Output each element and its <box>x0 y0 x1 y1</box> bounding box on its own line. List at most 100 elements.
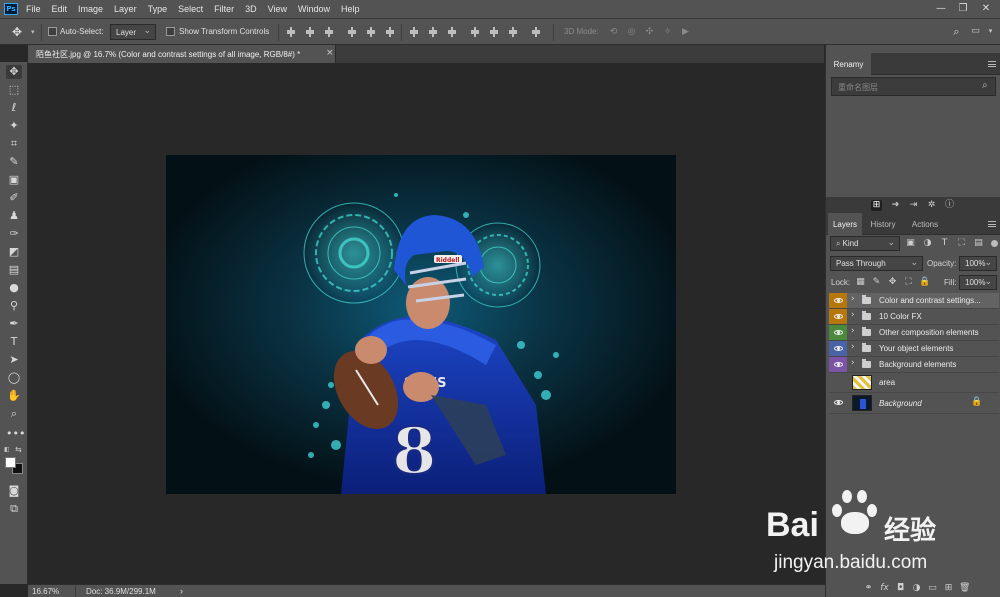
layer-row[interactable]: › Your object elements <box>829 341 999 357</box>
more-tools-icon[interactable]: ••• <box>6 427 25 441</box>
swap-colors-icon[interactable]: ⇆ <box>15 445 22 454</box>
align-hcenter-icon[interactable] <box>366 27 376 37</box>
link-icon[interactable]: ⚭ <box>863 583 874 594</box>
zoom-tool-icon[interactable]: ⌕ <box>6 407 22 421</box>
align-top-icon[interactable] <box>286 27 296 37</box>
workspace-icon[interactable]: ▭ <box>970 26 981 37</box>
menu-window[interactable]: Window <box>298 4 330 14</box>
lock-artboard-icon[interactable]: ⛶ <box>903 277 914 288</box>
move-tool-icon[interactable]: ✥ <box>6 65 22 79</box>
history-brush-tool-icon[interactable]: ✑ <box>6 227 22 241</box>
menu-filter[interactable]: Filter <box>214 4 234 14</box>
default-colors-icon[interactable]: ◧ <box>4 446 12 453</box>
menu-layer[interactable]: Layer <box>114 4 137 14</box>
status-menu-arrow[interactable]: › <box>180 586 183 596</box>
canvas-area[interactable]: SKIES 8 Riddell <box>29 63 825 584</box>
lock-all-icon[interactable]: 🔒 <box>919 277 930 288</box>
visibility-toggle[interactable] <box>829 309 847 324</box>
show-transform-checkbox[interactable] <box>166 27 175 36</box>
fx-icon[interactable]: fx <box>879 583 890 594</box>
align-right-icon[interactable] <box>385 27 395 37</box>
layer-row[interactable]: › Other composition elements <box>829 325 999 341</box>
menu-help[interactable]: Help <box>341 4 360 14</box>
trash-icon[interactable]: 🗑 <box>959 583 970 594</box>
layer-row[interactable]: › 10 Color FX <box>829 309 999 325</box>
menu-type[interactable]: Type <box>148 4 168 14</box>
export-icon[interactable]: ⇥ <box>908 200 919 211</box>
info-icon[interactable]: ⓘ <box>944 200 955 211</box>
3d-orbit-icon[interactable]: ⟲ <box>608 27 619 38</box>
lock-transparent-icon[interactable]: ▦ <box>855 277 866 288</box>
crop-tool-icon[interactable]: ⌗ <box>6 137 22 151</box>
renamy-search-icon[interactable]: ⌕ <box>982 80 988 91</box>
brush-tool-icon[interactable]: ✐ <box>6 191 22 205</box>
adjustment-icon[interactable]: ◑ <box>911 583 922 594</box>
path-selection-tool-icon[interactable]: ➤ <box>6 353 22 367</box>
expand-chevron-icon[interactable]: › <box>851 294 855 304</box>
settings-icon[interactable]: ✲ <box>926 200 937 211</box>
3d-roll-icon[interactable]: ◎ <box>626 27 637 38</box>
menu-file[interactable]: File <box>26 4 41 14</box>
renamy-icon[interactable]: ⊞ <box>871 200 882 211</box>
visibility-toggle[interactable] <box>829 325 847 340</box>
zoom-level[interactable]: 16.67% <box>32 587 59 596</box>
visibility-toggle[interactable] <box>829 341 847 356</box>
eraser-tool-icon[interactable]: ◩ <box>6 245 22 259</box>
3d-scale-icon[interactable]: ▶ <box>680 27 691 38</box>
filter-pixel-icon[interactable]: ▣ <box>905 238 916 249</box>
blend-mode-dropdown[interactable]: Pass Through <box>830 256 923 271</box>
gradient-tool-icon[interactable]: ▤ <box>6 263 22 277</box>
blur-tool-icon[interactable]: ● <box>6 281 22 295</box>
distribute-top-icon[interactable] <box>409 27 419 37</box>
layer-filter-dropdown[interactable]: ⌕ Kind <box>830 236 900 251</box>
layers-panel-menu-icon[interactable] <box>988 221 996 227</box>
layer-row[interactable]: Background 🔒 <box>829 393 999 414</box>
visibility-toggle[interactable] <box>829 395 847 410</box>
3d-pan-icon[interactable]: ✣ <box>644 27 655 38</box>
menu-select[interactable]: Select <box>178 4 203 14</box>
visibility-toggle[interactable] <box>829 293 847 308</box>
tab-actions[interactable]: Actions <box>904 213 946 235</box>
renamy-panel-menu-icon[interactable] <box>988 61 996 67</box>
visibility-toggle[interactable] <box>829 373 847 388</box>
eyedropper-tool-icon[interactable]: ✎ <box>6 155 22 169</box>
auto-select-checkbox[interactable] <box>48 27 57 36</box>
arrow-right-icon[interactable]: ➔ <box>890 200 901 211</box>
distribute-left-icon[interactable] <box>470 27 480 37</box>
group-icon[interactable]: ▭ <box>927 583 938 594</box>
tab-renamy[interactable]: Renamy <box>826 53 871 75</box>
clone-stamp-tool-icon[interactable]: ♟ <box>6 209 22 223</box>
menu-view[interactable]: View <box>268 4 287 14</box>
restore-icon[interactable]: ❐ <box>952 0 974 18</box>
tab-layers[interactable]: Layers <box>828 213 862 235</box>
distribute-bottom-icon[interactable] <box>447 27 457 37</box>
preset-dropdown-icon[interactable]: ▾ <box>31 28 35 36</box>
3d-slide-icon[interactable]: ✧ <box>662 27 673 38</box>
layer-row[interactable]: › Background elements <box>829 357 999 373</box>
expand-chevron-icon[interactable]: › <box>851 358 855 368</box>
document-tab[interactable]: 陌鱼社区.jpg @ 16.7% (Color and contrast set… <box>28 45 336 63</box>
filter-type-icon[interactable]: T <box>939 238 950 249</box>
tab-history[interactable]: History <box>864 213 902 235</box>
menu-3d[interactable]: 3D <box>245 4 257 14</box>
expand-chevron-icon[interactable]: › <box>851 310 855 320</box>
distribute-hcenter-icon[interactable] <box>489 27 499 37</box>
hand-tool-icon[interactable]: ✋ <box>6 389 22 403</box>
filter-adjustment-icon[interactable]: ◑ <box>922 238 933 249</box>
lock-pixels-icon[interactable]: ✎ <box>871 277 882 288</box>
foreground-color-swatch[interactable] <box>5 457 16 468</box>
minimize-icon[interactable]: — <box>930 0 952 18</box>
dodge-tool-icon[interactable]: ⚲ <box>6 299 22 313</box>
lock-position-icon[interactable]: ✥ <box>887 277 898 288</box>
type-tool-icon[interactable]: T <box>6 335 22 349</box>
visibility-toggle[interactable] <box>829 357 847 372</box>
menu-edit[interactable]: Edit <box>52 4 68 14</box>
align-vcenter-icon[interactable] <box>305 27 315 37</box>
healing-brush-tool-icon[interactable]: ▣ <box>6 173 22 187</box>
shape-tool-icon[interactable]: ◯ <box>6 371 22 385</box>
layer-row[interactable]: › Color and contrast settings... <box>829 293 999 309</box>
marquee-tool-icon[interactable]: ⬚ <box>6 83 22 97</box>
auto-select-target-dropdown[interactable]: Layer <box>110 24 156 40</box>
quick-mask-icon[interactable]: ◙ <box>6 484 22 498</box>
new-layer-icon[interactable]: ⊞ <box>943 583 954 594</box>
